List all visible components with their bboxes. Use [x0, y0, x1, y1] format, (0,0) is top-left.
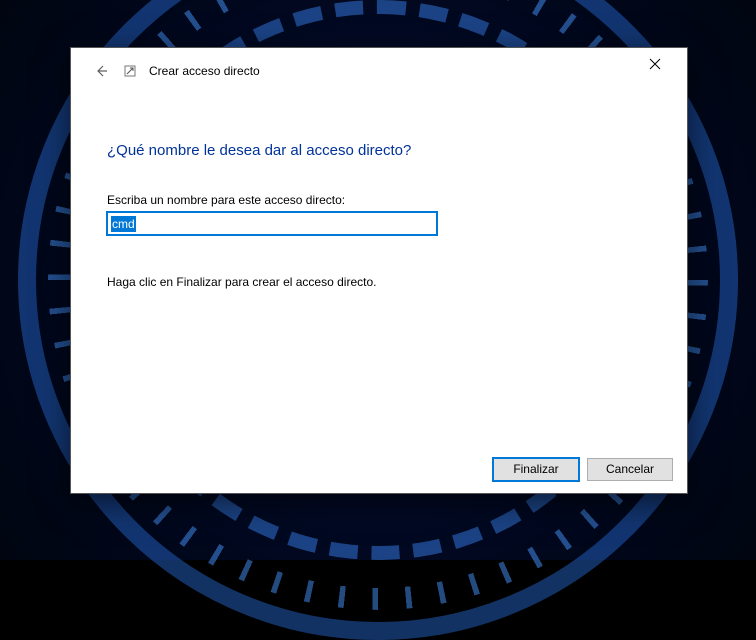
shortcut-icon [123, 64, 137, 78]
shortcut-name-label: Escriba un nombre para este acceso direc… [107, 193, 651, 207]
shortcut-name-value: cmd [111, 216, 136, 232]
cancel-button[interactable]: Cancelar [587, 458, 673, 481]
close-button[interactable] [633, 49, 677, 79]
dialog-body: ¿Qué nombre le desea dar al acceso direc… [71, 94, 687, 445]
dialog-footer: Finalizar Cancelar [71, 445, 687, 493]
dialog-title: Crear acceso directo [149, 64, 260, 78]
back-button[interactable] [89, 59, 113, 83]
create-shortcut-dialog: Crear acceso directo ¿Qué nombre le dese… [70, 47, 688, 494]
hint-text: Haga clic en Finalizar para crear el acc… [107, 275, 651, 289]
dialog-header: Crear acceso directo [71, 48, 687, 94]
shortcut-name-input[interactable]: cmd [107, 212, 437, 235]
page-heading: ¿Qué nombre le desea dar al acceso direc… [107, 142, 651, 159]
close-icon [649, 58, 661, 70]
back-arrow-icon [93, 63, 109, 79]
finish-button[interactable]: Finalizar [493, 458, 579, 481]
